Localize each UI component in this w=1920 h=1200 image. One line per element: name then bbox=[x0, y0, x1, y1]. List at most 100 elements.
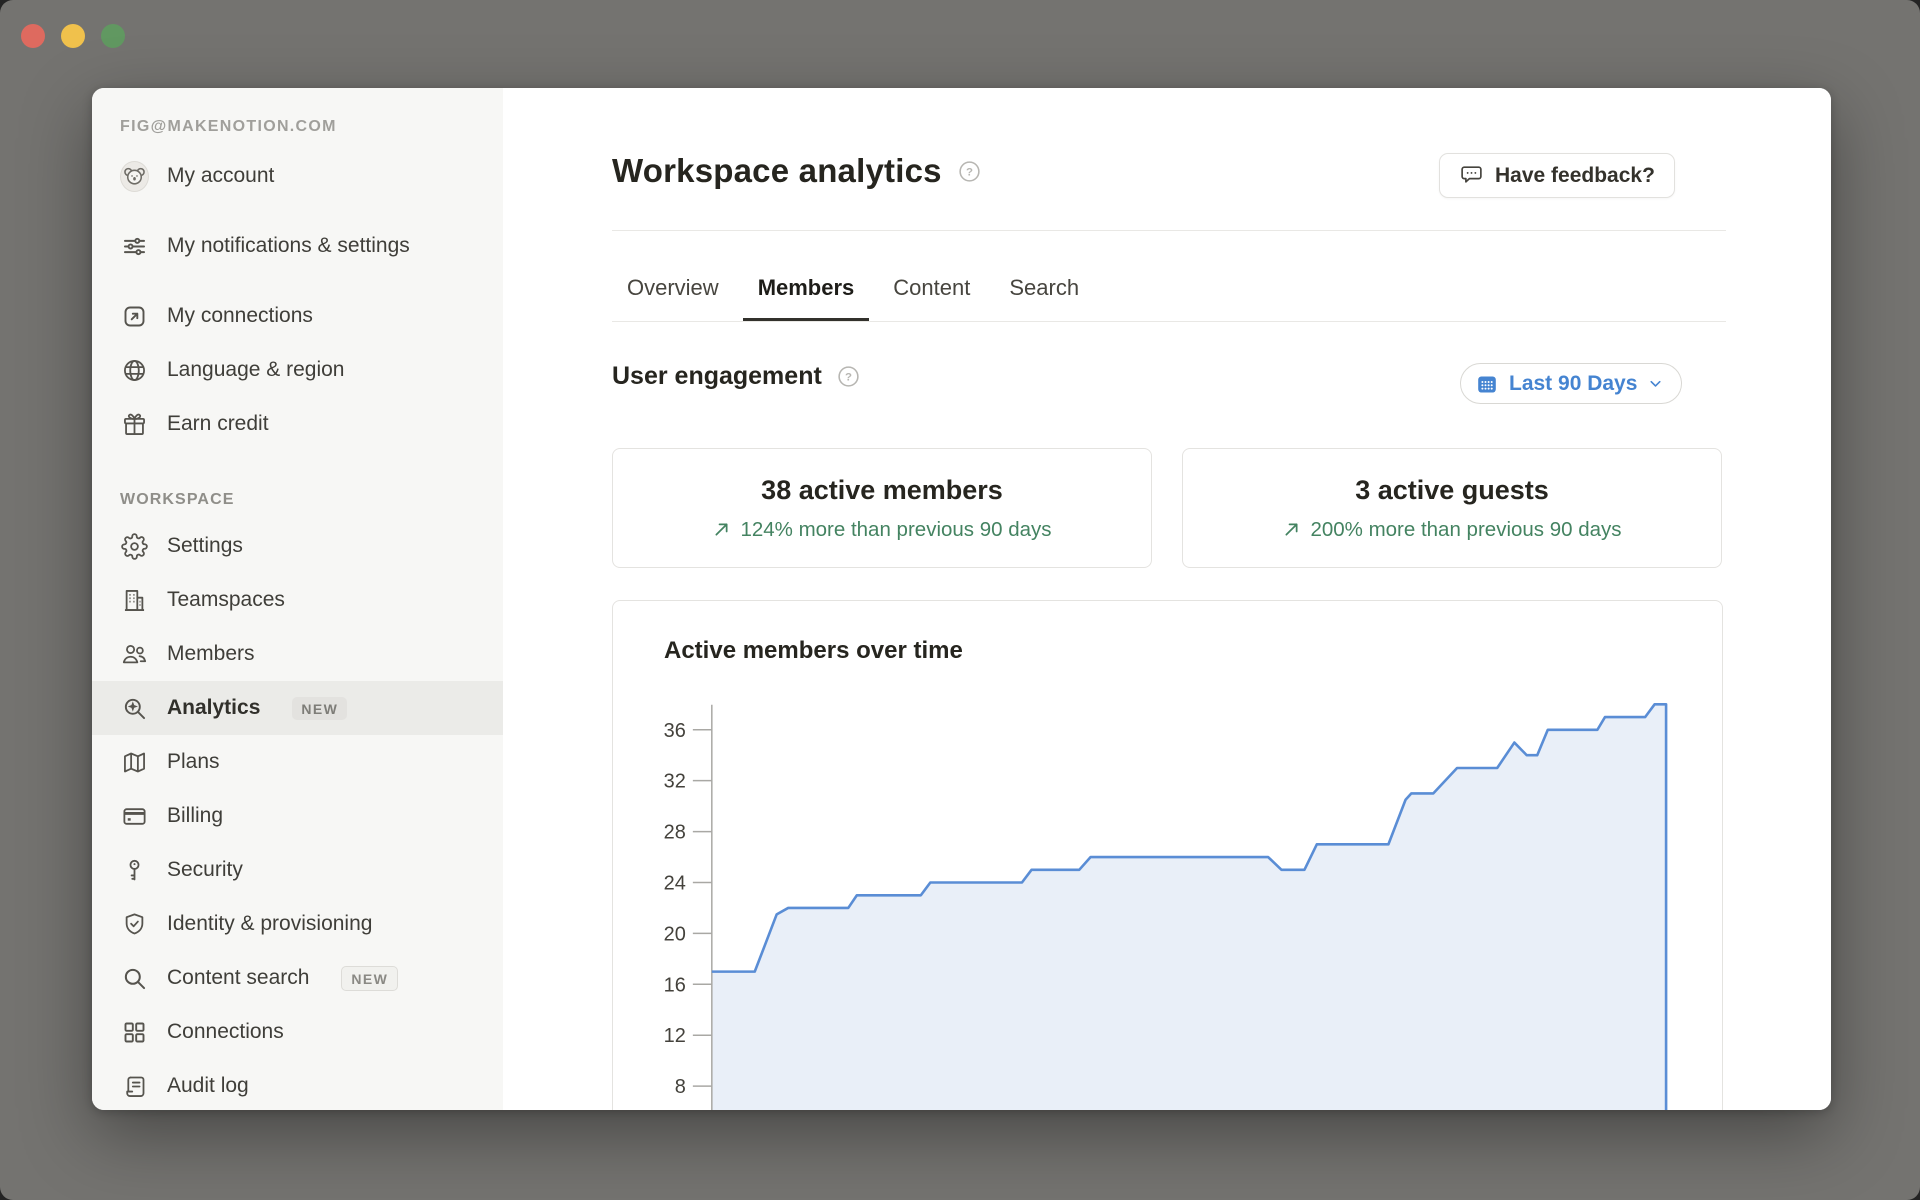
page-title: Workspace analytics bbox=[612, 152, 942, 190]
svg-text:32: 32 bbox=[664, 771, 686, 793]
sidebar-item-earn-credit[interactable]: Earn credit bbox=[92, 397, 503, 451]
sidebar-item-analytics[interactable]: Analytics NEW bbox=[92, 681, 503, 735]
analytics-main-panel: Workspace analytics ? Have feedback? bbox=[503, 88, 1831, 1110]
svg-text:8: 8 bbox=[675, 1076, 686, 1098]
members-chart-svg: 8 12 16 20 24 28 32 36 bbox=[613, 601, 1722, 1110]
sidebar-item-language-region[interactable]: Language & region bbox=[92, 343, 503, 397]
sliders-icon bbox=[120, 232, 148, 260]
sidebar-item-plans[interactable]: Plans bbox=[92, 735, 503, 789]
chart-title: Active members over time bbox=[664, 637, 963, 665]
sidebar-item-billing[interactable]: Billing bbox=[92, 789, 503, 843]
sidebar-item-label: Billing bbox=[167, 802, 223, 830]
sidebar-item-label: My notifications & settings bbox=[167, 232, 410, 260]
calendar-icon bbox=[1475, 372, 1499, 396]
sidebar-item-my-notifications[interactable]: My notifications & settings bbox=[92, 203, 503, 289]
tab-search[interactable]: Search bbox=[994, 265, 1094, 321]
active-guests-card: 3 active guests 200% more than previous … bbox=[1182, 448, 1722, 568]
scroll-icon bbox=[120, 1072, 148, 1100]
minimize-button[interactable] bbox=[61, 24, 85, 48]
sidebar-item-label: Identity & provisioning bbox=[167, 910, 372, 938]
settings-sidebar: FIG@MAKENOTION.COM My account bbox=[92, 88, 503, 1110]
account-email: FIG@MAKENOTION.COM bbox=[120, 118, 503, 136]
chevron-down-icon bbox=[1647, 375, 1664, 392]
gear-icon bbox=[120, 532, 148, 560]
building-icon bbox=[120, 586, 148, 614]
date-range-label: Last 90 Days bbox=[1509, 372, 1637, 396]
svg-text:20: 20 bbox=[664, 923, 686, 945]
sidebar-item-label: Content search bbox=[167, 964, 309, 992]
traffic-lights bbox=[21, 24, 125, 48]
sidebar-item-label: Teamspaces bbox=[167, 586, 285, 614]
globe-icon bbox=[120, 356, 148, 384]
key-icon bbox=[120, 856, 148, 884]
tab-overview[interactable]: Overview bbox=[612, 265, 734, 321]
have-feedback-button[interactable]: Have feedback? bbox=[1439, 153, 1675, 198]
sidebar-item-label: My connections bbox=[167, 302, 313, 330]
sidebar-item-content-search[interactable]: Content search NEW bbox=[92, 951, 503, 1005]
svg-text:12: 12 bbox=[664, 1025, 686, 1047]
settings-modal: FIG@MAKENOTION.COM My account bbox=[92, 88, 1831, 1110]
avatar bbox=[120, 162, 148, 190]
analytics-tabs: Overview Members Content Search bbox=[612, 265, 1094, 321]
sidebar-item-my-account[interactable]: My account bbox=[92, 149, 503, 203]
sidebar-item-label: Members bbox=[167, 640, 255, 668]
sidebar-item-settings[interactable]: Settings bbox=[92, 519, 503, 573]
help-icon[interactable]: ? bbox=[836, 364, 861, 389]
sidebar-item-teamspaces[interactable]: Teamspaces bbox=[92, 573, 503, 627]
sidebar-item-label: Connections bbox=[167, 1018, 284, 1046]
close-button[interactable] bbox=[21, 24, 45, 48]
sidebar-item-label: My account bbox=[167, 162, 274, 190]
new-badge: NEW bbox=[292, 697, 347, 720]
sidebar-item-members[interactable]: Members bbox=[92, 627, 503, 681]
credit-card-icon bbox=[120, 802, 148, 830]
tab-members[interactable]: Members bbox=[743, 265, 870, 321]
sidebar-item-label: Security bbox=[167, 856, 243, 884]
active-members-delta: 124% more than previous 90 days bbox=[740, 518, 1051, 542]
sidebar-item-label: Earn credit bbox=[167, 410, 269, 438]
sidebar-item-connections[interactable]: Connections bbox=[92, 1005, 503, 1059]
sidebar-item-label: Plans bbox=[167, 748, 220, 776]
svg-text:24: 24 bbox=[664, 872, 686, 894]
app-backdrop: FIG@MAKENOTION.COM My account bbox=[0, 0, 1920, 1200]
user-engagement-heading: User engagement bbox=[612, 362, 822, 391]
trend-up-icon bbox=[1282, 520, 1301, 539]
sidebar-item-audit-log[interactable]: Audit log bbox=[92, 1059, 503, 1110]
tab-content[interactable]: Content bbox=[878, 265, 985, 321]
header-divider bbox=[612, 230, 1726, 231]
sidebar-item-label: Audit log bbox=[167, 1072, 249, 1100]
arrow-up-right-box-icon bbox=[120, 302, 148, 330]
map-icon bbox=[120, 748, 148, 776]
svg-text:36: 36 bbox=[664, 720, 686, 742]
magnifier-sparkle-icon bbox=[120, 694, 148, 722]
stat-cards-row: 38 active members 124% more than previou… bbox=[612, 448, 1722, 568]
active-members-chart-card: 8 12 16 20 24 28 32 36 Active members over time bbox=[612, 600, 1723, 1110]
tabs-divider bbox=[612, 321, 1726, 322]
people-icon bbox=[120, 640, 148, 668]
sidebar-item-label: Analytics bbox=[167, 694, 260, 722]
gift-icon bbox=[120, 410, 148, 438]
svg-text:28: 28 bbox=[664, 822, 686, 844]
active-members-card: 38 active members 124% more than previou… bbox=[612, 448, 1152, 568]
magnifier-icon bbox=[120, 964, 148, 992]
trend-up-icon bbox=[712, 520, 731, 539]
active-guests-delta: 200% more than previous 90 days bbox=[1310, 518, 1621, 542]
svg-text:16: 16 bbox=[664, 974, 686, 996]
feedback-bubble-icon bbox=[1459, 163, 1484, 188]
feedback-button-label: Have feedback? bbox=[1495, 164, 1655, 188]
active-members-value: 38 active members bbox=[761, 475, 1003, 506]
date-range-dropdown[interactable]: Last 90 Days bbox=[1460, 363, 1682, 404]
svg-text:?: ? bbox=[845, 372, 852, 384]
workspace-section-heading: WORKSPACE bbox=[120, 491, 503, 509]
sidebar-item-identity-provisioning[interactable]: Identity & provisioning bbox=[92, 897, 503, 951]
svg-text:?: ? bbox=[966, 166, 973, 178]
shield-check-icon bbox=[120, 910, 148, 938]
zoom-button[interactable] bbox=[101, 24, 125, 48]
sidebar-item-label: Settings bbox=[167, 532, 243, 560]
active-guests-value: 3 active guests bbox=[1355, 475, 1549, 506]
sidebar-item-security[interactable]: Security bbox=[92, 843, 503, 897]
new-badge: NEW bbox=[341, 966, 398, 991]
sidebar-item-label: Language & region bbox=[167, 356, 345, 384]
sidebar-item-my-connections[interactable]: My connections bbox=[92, 289, 503, 343]
help-icon[interactable]: ? bbox=[957, 159, 982, 184]
grid-squares-icon bbox=[120, 1018, 148, 1046]
